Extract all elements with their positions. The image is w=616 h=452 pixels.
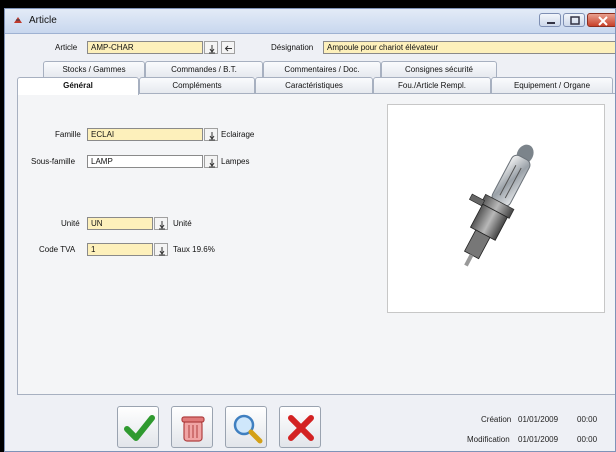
modification-time: 00:00	[577, 435, 598, 444]
article-label: Article	[55, 43, 78, 52]
close-icon	[598, 16, 608, 26]
creation-time: 00:00	[577, 415, 598, 424]
title-bar[interactable]: Article	[5, 9, 615, 34]
close-button[interactable]	[587, 13, 615, 27]
tab-general[interactable]: Général	[17, 77, 139, 95]
tab-fou-article-rempl[interactable]: Fou./Article Rempl.	[373, 77, 491, 93]
article-window: Article Article AMP-CHAR Désignation Amp…	[4, 8, 616, 452]
tab-commentaires-doc[interactable]: Commentaires / Doc.	[263, 61, 381, 77]
tab-equipement-organe[interactable]: Equipement / Organe	[491, 77, 613, 93]
tva-label: Code TVA	[39, 245, 76, 254]
checkmark-icon	[124, 415, 155, 441]
back-arrow-icon	[224, 45, 232, 52]
delete-button[interactable]	[171, 406, 213, 448]
tva-input[interactable]: 1	[87, 243, 153, 256]
unite-lookup-button[interactable]	[154, 217, 168, 230]
app-icon	[14, 17, 22, 23]
lookup-arrow-icon	[159, 247, 165, 256]
lookup-arrow-icon	[209, 45, 215, 54]
tab-complements[interactable]: Compléments	[139, 77, 255, 93]
lookup-arrow-icon	[159, 221, 165, 230]
article-image-frame	[387, 104, 605, 313]
article-input[interactable]: AMP-CHAR	[87, 41, 203, 54]
unite-description: Unité	[173, 219, 192, 228]
tva-description: Taux 19.6%	[173, 245, 215, 254]
magnifier-icon	[233, 414, 263, 444]
lookup-arrow-icon	[209, 132, 215, 141]
halogen-bulb-image	[463, 144, 534, 267]
window-title: Article	[29, 15, 57, 26]
creation-label: Création	[481, 415, 512, 424]
sousfamille-description: Lampes	[221, 157, 250, 166]
sousfamille-label: Sous-famille	[31, 157, 76, 166]
modification-date: 01/01/2009	[518, 435, 559, 444]
tab-consignes-securite[interactable]: Consignes sécurité	[381, 61, 497, 77]
creation-date: 01/01/2009	[518, 415, 559, 424]
designation-label: Désignation	[271, 43, 314, 52]
famille-label: Famille	[55, 130, 81, 139]
tab-caracteristiques[interactable]: Caractéristiques	[255, 77, 373, 93]
maximize-icon	[570, 16, 580, 25]
unite-label: Unité	[61, 219, 80, 228]
search-button[interactable]	[225, 406, 267, 448]
designation-input[interactable]: Ampoule pour chariot élévateur	[323, 41, 615, 54]
maximize-button[interactable]	[563, 13, 585, 27]
sousfamille-input[interactable]: LAMP	[87, 155, 203, 168]
red-x-icon	[288, 415, 314, 441]
minimize-button[interactable]	[539, 13, 561, 27]
tab-commandes-bt[interactable]: Commandes / B.T.	[145, 61, 263, 77]
minimize-icon	[547, 22, 555, 24]
cancel-button[interactable]	[279, 406, 321, 448]
famille-description: Eclairage	[221, 130, 255, 139]
trash-icon	[181, 416, 205, 442]
tab-stocks-gammes[interactable]: Stocks / Gammes	[43, 61, 145, 77]
famille-input[interactable]: ECLAI	[87, 128, 203, 141]
article-lookup-button[interactable]	[204, 41, 218, 54]
article-back-button[interactable]	[221, 41, 235, 54]
sousfamille-lookup-button[interactable]	[204, 155, 218, 168]
tva-lookup-button[interactable]	[154, 243, 168, 256]
unite-input[interactable]: UN	[87, 217, 153, 230]
lookup-arrow-icon	[209, 159, 215, 168]
famille-lookup-button[interactable]	[204, 128, 218, 141]
validate-button[interactable]	[117, 406, 159, 448]
modification-label: Modification	[467, 435, 510, 444]
